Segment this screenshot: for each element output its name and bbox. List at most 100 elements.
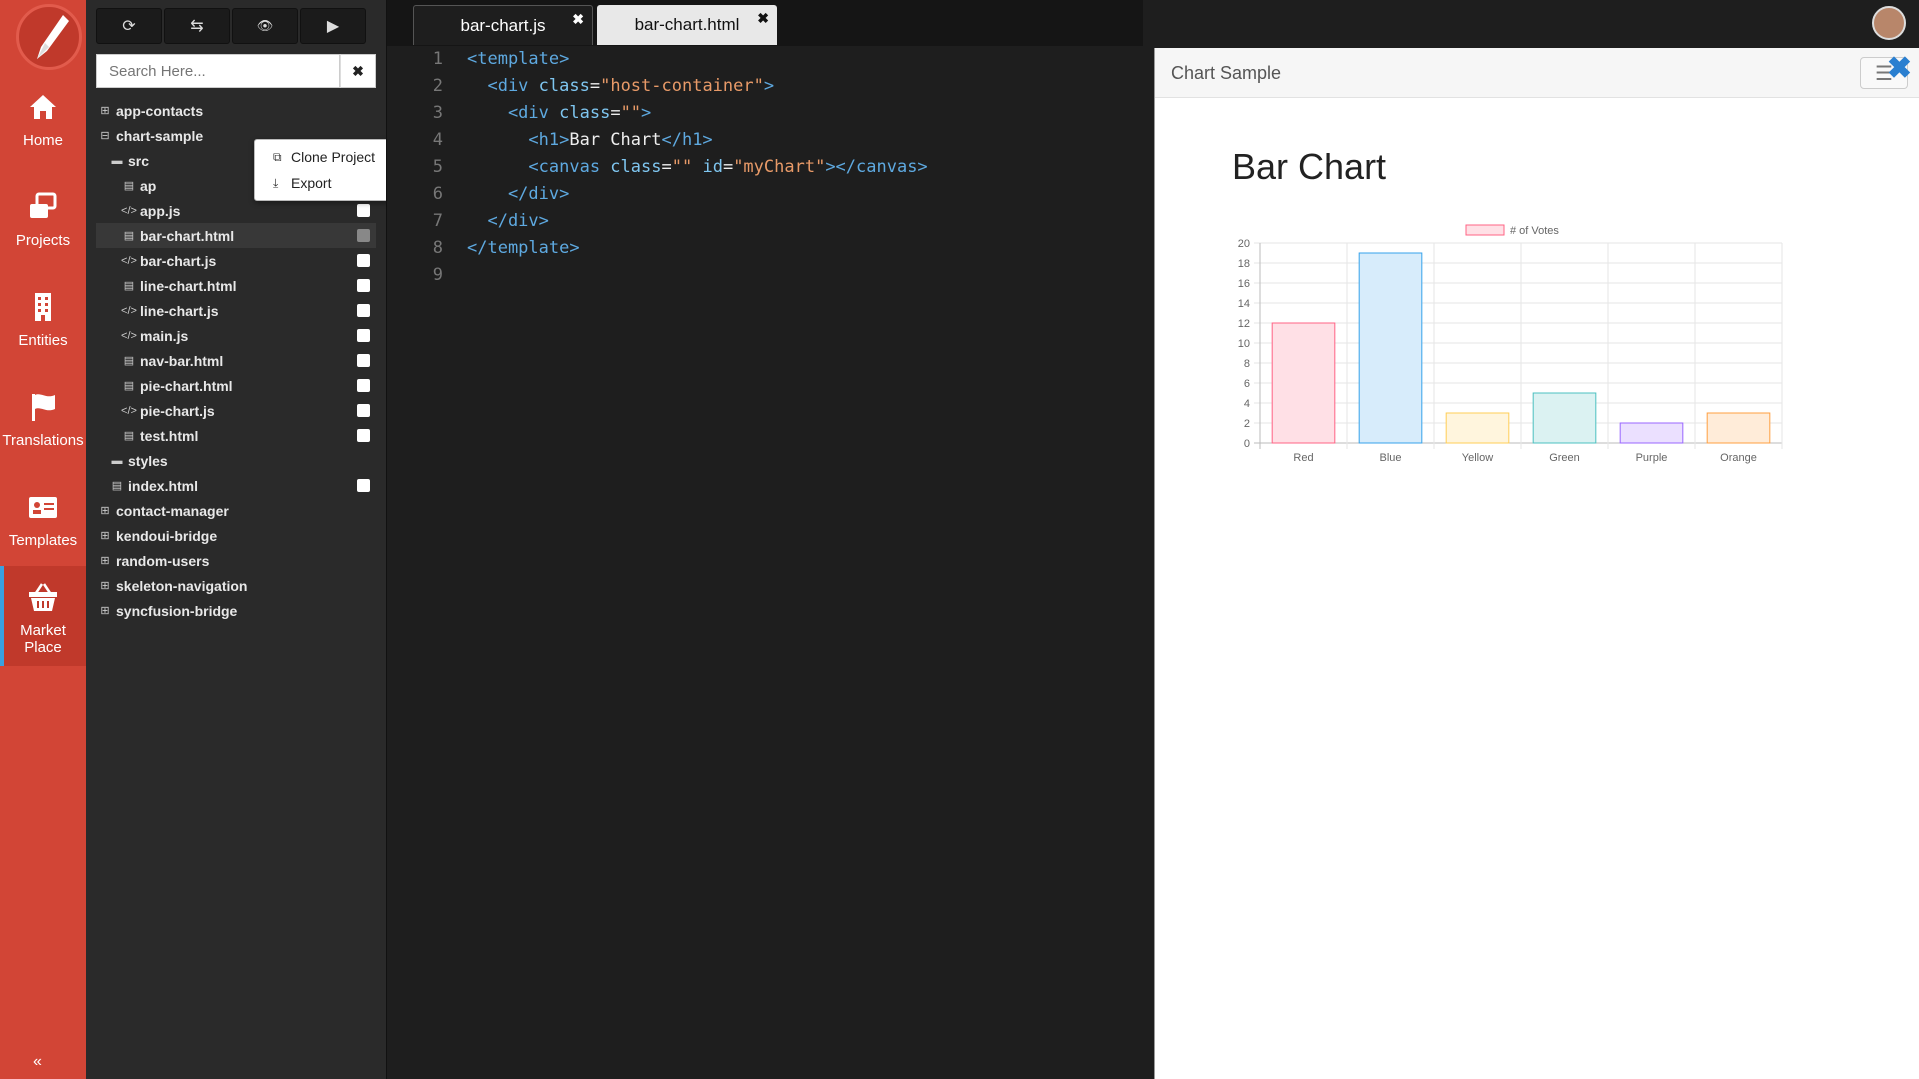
tree-item-label: line-chart.html: [140, 277, 237, 294]
tree-item[interactable]: ▤ test.html: [96, 423, 376, 448]
y-tick-label: 12: [1238, 318, 1250, 330]
refresh-button[interactable]: ⟳: [96, 8, 162, 44]
tree-item-label: syncfusion-bridge: [116, 602, 238, 619]
export-menu-item[interactable]: ⤓ Export: [273, 172, 331, 194]
html-file-icon: ▤: [123, 230, 135, 242]
code-token: <template>: [467, 49, 570, 69]
tree-item[interactable]: ▤ pie-chart.html: [96, 373, 376, 398]
expand-icon: ⊟: [100, 130, 110, 142]
tree-item[interactable]: ▤ line-chart.html: [96, 273, 376, 298]
tree-item[interactable]: </> line-chart.js: [96, 298, 376, 323]
nav-item-label: Templates: [8, 532, 78, 549]
html-file-icon: ▤: [123, 180, 135, 192]
line-number: 8: [432, 238, 443, 258]
bar: [1706, 412, 1771, 444]
y-tick-label: 16: [1238, 278, 1250, 290]
tree-item[interactable]: </> app.js: [96, 198, 376, 223]
play-icon: ▶: [326, 18, 340, 35]
file-checkbox[interactable]: [357, 304, 370, 317]
code-token: "": [620, 103, 642, 123]
tree-item[interactable]: ⊞ kendoui-bridge: [96, 523, 376, 548]
close-preview-icon[interactable]: ✖: [1887, 54, 1912, 84]
js-file-icon: </>: [121, 404, 137, 417]
run-button[interactable]: ▶: [300, 8, 366, 44]
chart-heading: Bar Chart: [1232, 146, 1387, 187]
code-token: "myChart": [733, 157, 826, 177]
file-checkbox[interactable]: [357, 204, 370, 217]
y-tick-label: 6: [1244, 378, 1250, 390]
code-text: </div>: [467, 181, 569, 208]
nav-item-home[interactable]: Home: [0, 76, 86, 176]
code-token: =: [661, 157, 672, 177]
code-token: class: [559, 103, 611, 123]
code-area[interactable]: 1 <template> 2 <div class="host-container"…: [387, 46, 1143, 289]
line-number: 2: [432, 76, 443, 96]
preview-button[interactable]: 👁: [232, 8, 298, 44]
tab-bar-chart-js[interactable]: bar-chart.js ✖: [413, 5, 593, 45]
code-token: =: [610, 103, 621, 123]
js-file-icon: </>: [121, 254, 137, 267]
tree-item[interactable]: ▤ nav-bar.html: [96, 348, 376, 373]
tree-item-label: main.js: [140, 327, 189, 344]
file-checkbox[interactable]: [357, 279, 370, 292]
user-avatar[interactable]: [1872, 6, 1906, 40]
nav-item-market-place[interactable]: Market Place: [0, 566, 86, 666]
nav-item-entities[interactable]: Entities: [0, 276, 86, 376]
code-token: <div: [467, 103, 560, 123]
y-tick-label: 2: [1244, 418, 1250, 430]
clear-search-button[interactable]: ✖: [340, 54, 376, 88]
tree-item[interactable]: </> pie-chart.js: [96, 398, 376, 423]
tree-item[interactable]: ▤ bar-chart.html: [96, 223, 376, 248]
file-checkbox[interactable]: [357, 404, 370, 417]
file-checkbox[interactable]: [357, 429, 370, 442]
code-text: <div class="">: [467, 100, 651, 127]
tree-item[interactable]: </> bar-chart.js: [96, 248, 376, 273]
tree-item[interactable]: ⊞ contact-manager: [96, 498, 376, 523]
tree-item[interactable]: </> main.js: [96, 323, 376, 348]
tree-item-label: contact-manager: [116, 502, 229, 519]
code-token: </h1>: [661, 130, 713, 150]
file-checkbox[interactable]: [357, 379, 370, 392]
app-logo[interactable]: [16, 4, 82, 70]
tree-item-label: skeleton-navigation: [116, 577, 248, 594]
line-number: 7: [432, 211, 443, 231]
search-input[interactable]: [96, 54, 340, 88]
file-checkbox[interactable]: [357, 229, 370, 242]
file-checkbox[interactable]: [357, 354, 370, 367]
tree-item[interactable]: ⊞ app-contacts: [96, 98, 376, 123]
nav-item-templates[interactable]: Templates: [0, 476, 86, 576]
collapse-nav-icon[interactable]: «: [33, 1053, 42, 1071]
code-token: <canvas: [467, 157, 611, 177]
bar: [1271, 322, 1336, 444]
code-line: 5 <canvas class="" id="myChart"></canvas…: [387, 154, 1143, 181]
tree-item[interactable]: ⊞ random-users: [96, 548, 376, 573]
tree-item[interactable]: ⊞ syncfusion-bridge: [96, 598, 376, 623]
tab-bar-chart-html[interactable]: bar-chart.html ✖: [597, 5, 777, 45]
code-token: </template>: [467, 238, 580, 258]
close-tab-icon[interactable]: ✖: [572, 11, 584, 28]
code-line: 2 <div class="host-container">: [387, 73, 1143, 100]
nav-item-projects[interactable]: Projects: [0, 176, 86, 276]
tree-item-label: ap: [140, 177, 157, 194]
code-text: <canvas class="" id="myChart"></canvas>: [467, 154, 927, 181]
line-number: 5: [432, 157, 443, 177]
tree-item[interactable]: ▬ styles: [96, 448, 376, 473]
tree-item-label: chart-sample: [116, 127, 204, 144]
html-file-icon: ▤: [111, 480, 123, 492]
tree-item[interactable]: ⊞ skeleton-navigation: [96, 573, 376, 598]
file-checkbox[interactable]: [357, 479, 370, 492]
close-tab-icon[interactable]: ✖: [757, 10, 769, 27]
nav-item-label: Translations: [2, 432, 84, 449]
nav-item-translations[interactable]: Translations: [0, 376, 86, 476]
line-number: 9: [432, 265, 443, 285]
html-file-icon: ▤: [123, 355, 135, 367]
file-checkbox[interactable]: [357, 254, 370, 267]
bar-chart: # of Votes 0 2 4 6 8 10 12 14 16 18 20 Red Blue Yellow…: [1238, 224, 1783, 464]
clone-project-menu-item[interactable]: ⧉ Clone Project: [273, 146, 375, 168]
sync-button[interactable]: ⇆: [164, 8, 230, 44]
tree-item[interactable]: ▤ index.html: [96, 473, 376, 498]
line-number: 4: [432, 130, 443, 150]
file-checkbox[interactable]: [357, 329, 370, 342]
expand-icon: ⊞: [100, 505, 110, 517]
preview-title: Chart Sample: [1171, 63, 1282, 83]
